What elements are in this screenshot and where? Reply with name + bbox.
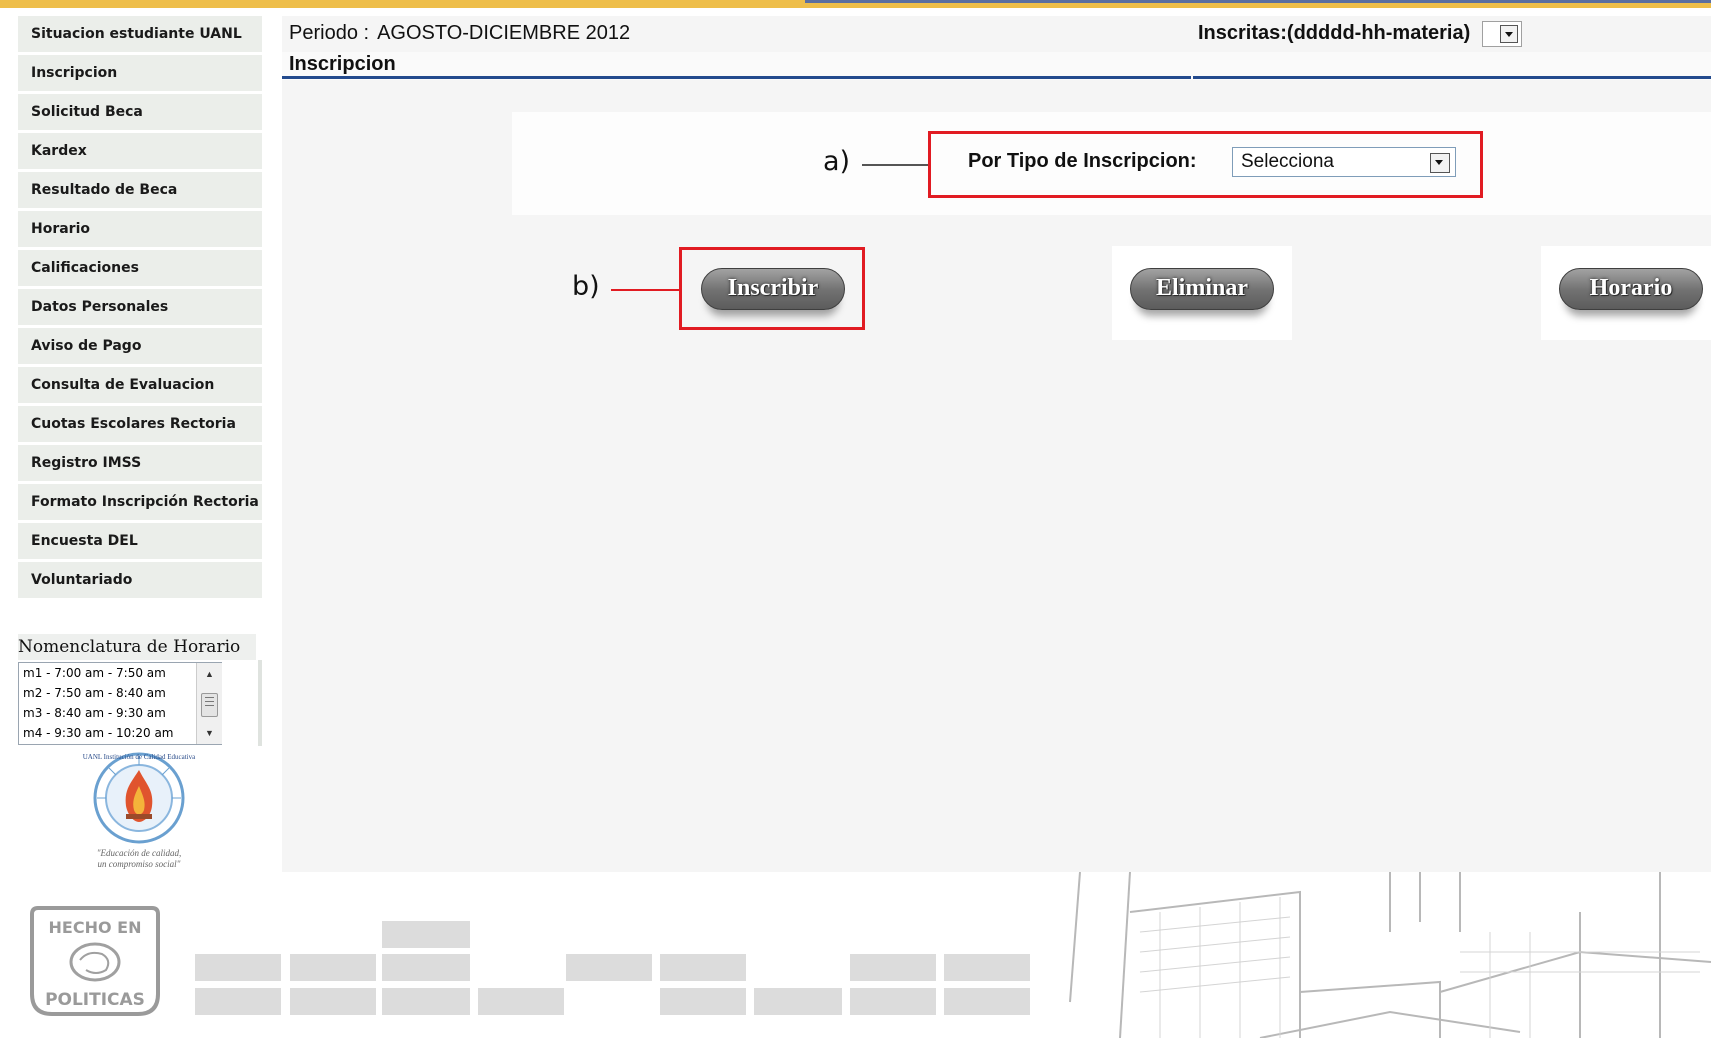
nomenclatura-option[interactable]: m2 - 7:50 am - 8:40 am bbox=[19, 683, 221, 703]
seal-motto-line2: un compromiso social" bbox=[98, 859, 181, 869]
nomenclatura-option[interactable]: m1 - 7:00 am - 7:50 am bbox=[19, 663, 221, 683]
scroll-up-arrow-icon[interactable]: ▲ bbox=[197, 665, 222, 683]
period-value: AGOSTO-DICIEMBRE 2012 bbox=[377, 22, 631, 44]
footer-decoration bbox=[290, 954, 376, 981]
sidebar-item-consulta-evaluacion[interactable]: Consulta de Evaluacion bbox=[18, 367, 262, 403]
inscritas-label: Inscritas:(ddddd-hh-materia) bbox=[1198, 22, 1471, 44]
annotation-label-b: b) bbox=[572, 271, 600, 302]
footer-decoration bbox=[944, 988, 1030, 1015]
inscritas-select[interactable] bbox=[1482, 21, 1522, 47]
top-accent-bar-blue bbox=[805, 0, 1711, 3]
page-title: Inscripcion bbox=[289, 53, 396, 75]
footer-decoration bbox=[195, 954, 281, 981]
sidebar-item-situacion-estudiante[interactable]: Situacion estudiante UANL bbox=[18, 16, 262, 52]
chevron-down-icon[interactable] bbox=[1500, 25, 1518, 43]
footer-decoration bbox=[850, 988, 936, 1015]
annotation-label-a: a) bbox=[823, 146, 851, 177]
inscribir-button[interactable]: Inscribir bbox=[701, 268, 845, 310]
sidebar-item-aviso-pago[interactable]: Aviso de Pago bbox=[18, 328, 262, 364]
sidebar-item-kardex[interactable]: Kardex bbox=[18, 133, 262, 169]
nomenclatura-title: Nomenclatura de Horario bbox=[18, 634, 256, 660]
sidebar-item-resultado-beca[interactable]: Resultado de Beca bbox=[18, 172, 262, 208]
footer-decoration bbox=[195, 988, 281, 1015]
footer-decoration bbox=[566, 954, 652, 981]
title-underline-right bbox=[1193, 76, 1711, 79]
chevron-down-icon[interactable] bbox=[1430, 153, 1450, 173]
nomenclatura-frame bbox=[258, 660, 262, 746]
footer-decoration bbox=[754, 988, 842, 1015]
sidebar-item-solicitud-beca[interactable]: Solicitud Beca bbox=[18, 94, 262, 130]
footer-decoration bbox=[382, 921, 470, 948]
tipo-inscripcion-select[interactable]: Selecciona bbox=[1232, 147, 1456, 177]
sidebar-item-cuotas-escolares[interactable]: Cuotas Escolares Rectoria bbox=[18, 406, 262, 442]
footer-decoration bbox=[944, 954, 1030, 981]
footer-decoration bbox=[382, 988, 470, 1015]
annotation-leader-a bbox=[862, 164, 928, 166]
top-accent-bar bbox=[0, 0, 1711, 8]
period-label: Periodo : bbox=[289, 22, 370, 44]
nomenclatura-option[interactable]: m4 - 9:30 am - 10:20 am bbox=[19, 723, 221, 743]
sidebar-item-formato-inscripcion[interactable]: Formato Inscripción Rectoria bbox=[18, 484, 262, 520]
sidebar-item-inscripcion[interactable]: Inscripcion bbox=[18, 55, 262, 91]
footer-decoration bbox=[850, 954, 936, 981]
nomenclatura-listbox[interactable]: m1 - 7:00 am - 7:50 am m2 - 7:50 am - 8:… bbox=[18, 662, 222, 745]
footer-decoration bbox=[290, 988, 376, 1015]
nomenclatura-scrollbar[interactable]: ▲ ▼ bbox=[196, 663, 222, 744]
footer-decoration bbox=[660, 988, 746, 1015]
footer-decoration bbox=[478, 988, 564, 1015]
annotation-leader-b bbox=[611, 289, 681, 291]
period-display: Periodo : AGOSTO-DICIEMBRE 2012 bbox=[289, 22, 630, 45]
scroll-down-arrow-icon[interactable]: ▼ bbox=[197, 724, 222, 742]
sidebar-item-datos-personales[interactable]: Datos Personales bbox=[18, 289, 262, 325]
stamp-bottom-text: POLITICAS bbox=[45, 990, 145, 1010]
uanl-quality-seal-icon: UANL Institución de Calidad Educativa "E… bbox=[83, 752, 196, 869]
sidebar-item-calificaciones[interactable]: Calificaciones bbox=[18, 250, 262, 286]
title-underline bbox=[282, 76, 1191, 79]
sidebar-nav: Situacion estudiante UANL Inscripcion So… bbox=[18, 16, 262, 601]
horario-button[interactable]: Horario bbox=[1559, 268, 1703, 310]
eliminar-button[interactable]: Eliminar bbox=[1130, 268, 1274, 310]
sidebar-item-voluntariado[interactable]: Voluntariado bbox=[18, 562, 262, 598]
scroll-thumb[interactable] bbox=[201, 693, 218, 717]
footer-decoration bbox=[660, 954, 746, 981]
sidebar-item-registro-imss[interactable]: Registro IMSS bbox=[18, 445, 262, 481]
seal-ring-text: UANL Institución de Calidad Educativa bbox=[83, 753, 196, 761]
sidebar-item-horario[interactable]: Horario bbox=[18, 211, 262, 247]
building-sketch-icon bbox=[1069, 872, 1711, 1038]
tipo-inscripcion-label: Por Tipo de Inscripcion: bbox=[968, 150, 1197, 172]
nomenclatura-option[interactable]: m3 - 8:40 am - 9:30 am bbox=[19, 703, 221, 723]
tipo-inscripcion-selected: Selecciona bbox=[1241, 151, 1334, 172]
seal-motto-line1: "Educación de calidad, bbox=[97, 848, 182, 858]
sidebar-item-encuesta-del[interactable]: Encuesta DEL bbox=[18, 523, 262, 559]
footer-decoration bbox=[382, 954, 470, 981]
hecho-en-politicas-stamp-icon: HECHO EN POLITICAS bbox=[30, 906, 160, 1016]
stamp-top-text: HECHO EN bbox=[49, 918, 142, 937]
